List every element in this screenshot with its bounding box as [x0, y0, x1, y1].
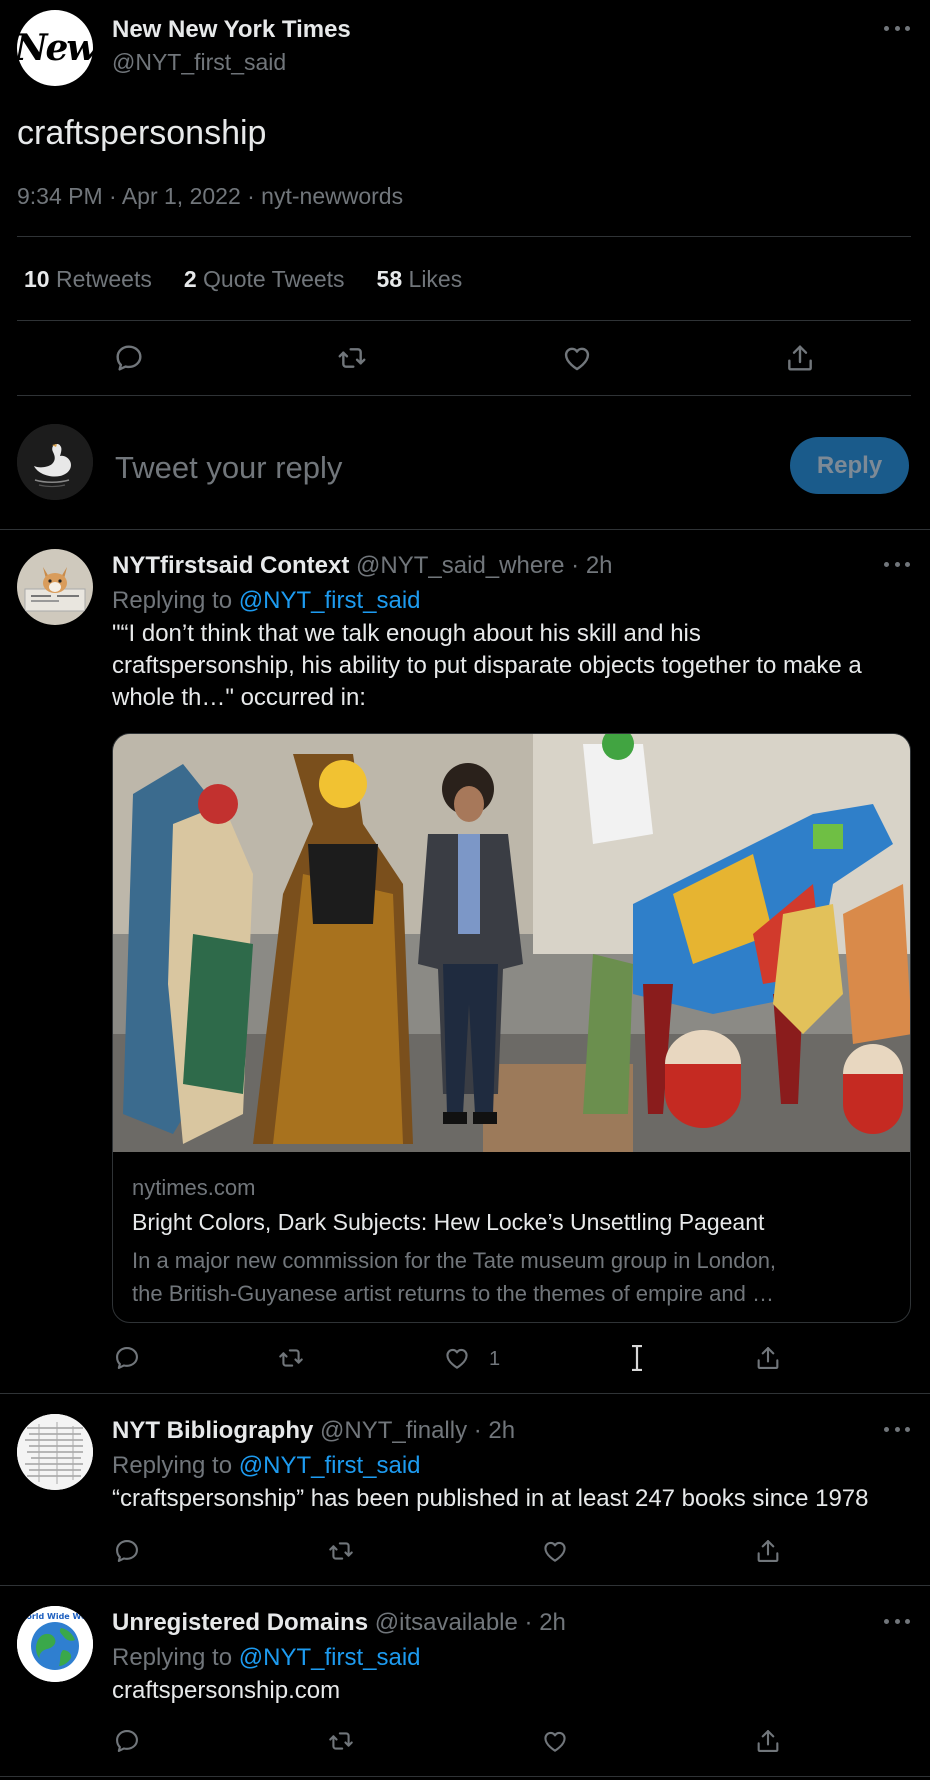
- reply-text-line: "“I don’t think that we talk enough abou…: [112, 620, 701, 647]
- quote-tweets-stat[interactable]: 2 Quote Tweets: [184, 266, 345, 293]
- retweet-icon[interactable]: [327, 1537, 359, 1569]
- divider: [0, 1393, 930, 1394]
- more-icon[interactable]: [884, 562, 910, 570]
- tweet-text: craftspersonship: [17, 114, 267, 152]
- reply-time[interactable]: · 2h: [571, 552, 612, 579]
- reply-avatar[interactable]: [17, 1414, 93, 1490]
- retweet-icon[interactable]: [327, 1727, 359, 1759]
- reply-author-name[interactable]: NYT Bibliography: [112, 1417, 313, 1444]
- reply-avatar[interactable]: [17, 549, 93, 625]
- divider: [0, 529, 930, 530]
- reply-icon[interactable]: [113, 1537, 145, 1569]
- world-wide-web-text: World Wide Web: [18, 1612, 93, 1621]
- replying-to-link[interactable]: @NYT_first_said: [239, 1644, 421, 1671]
- author-avatar[interactable]: New: [14, 10, 98, 86]
- dog-avatar-icon: [17, 549, 93, 625]
- author-handle[interactable]: @NYT_first_said: [112, 49, 286, 76]
- divider: [17, 320, 911, 321]
- more-icon[interactable]: [884, 1619, 910, 1627]
- my-avatar[interactable]: [17, 424, 93, 500]
- like-icon[interactable]: [561, 342, 593, 374]
- reply-header: Unregistered Domains @itsavailable · 2h: [112, 1609, 566, 1637]
- replying-prefix: Replying to: [112, 1644, 233, 1671]
- reply-author-handle[interactable]: @itsavailable: [375, 1609, 518, 1636]
- replying-to: Replying to @NYT_first_said: [112, 587, 421, 615]
- tweet-meta[interactable]: 9:34 PM · Apr 1, 2022 · nyt-newwords: [17, 183, 403, 210]
- reply-button[interactable]: Reply: [790, 437, 909, 494]
- share-icon[interactable]: [754, 1537, 786, 1569]
- divider: [17, 395, 911, 396]
- divider: [17, 236, 911, 237]
- reply-text: "“I don’t think that we talk enough abou…: [112, 618, 912, 714]
- replying-to-link[interactable]: @NYT_first_said: [239, 1452, 421, 1479]
- more-icon[interactable]: [884, 26, 910, 34]
- reply-author-handle[interactable]: @NYT_finally: [320, 1417, 467, 1444]
- like-icon[interactable]: [541, 1537, 573, 1569]
- share-icon[interactable]: [754, 1727, 786, 1759]
- divider: [0, 1776, 930, 1777]
- reply-text: “craftspersonship” has been published in…: [112, 1485, 869, 1512]
- reply-input[interactable]: Tweet your reply: [115, 450, 342, 486]
- reply-text: craftspersonship.com: [112, 1677, 341, 1704]
- reply-icon[interactable]: [113, 1727, 145, 1759]
- avatar-logo-text: New: [14, 27, 98, 69]
- link-card[interactable]: nytimes.com Bright Colors, Dark Subjects…: [112, 733, 911, 1323]
- card-domain: nytimes.com: [132, 1175, 256, 1200]
- replying-to: Replying to @NYT_first_said: [112, 1644, 421, 1672]
- reply-time[interactable]: · 2h: [474, 1417, 515, 1444]
- reply-header: NYT Bibliography @NYT_finally · 2h: [112, 1417, 515, 1445]
- divider: [0, 1585, 930, 1586]
- globe-avatar-icon: World Wide Web: [17, 1606, 93, 1682]
- retweet-icon[interactable]: [277, 1344, 309, 1376]
- author-name[interactable]: New New York Times: [112, 16, 351, 44]
- reply-author-name[interactable]: NYTfirstsaid Context: [112, 552, 349, 579]
- card-description-line: the British-Guyanese artist returns to t…: [132, 1281, 774, 1306]
- reply-icon[interactable]: [113, 342, 145, 374]
- text-cursor-icon: [631, 1345, 643, 1371]
- books-avatar-icon: [17, 1414, 93, 1490]
- card-description-line: In a major new commission for the Tate m…: [132, 1248, 777, 1273]
- reply-author-name[interactable]: Unregistered Domains: [112, 1609, 368, 1636]
- reply-time[interactable]: · 2h: [525, 1609, 566, 1636]
- reply-header: NYTfirstsaid Context @NYT_said_where · 2…: [112, 552, 613, 580]
- replying-to: Replying to @NYT_first_said: [112, 1452, 421, 1480]
- like-icon[interactable]: [443, 1344, 475, 1376]
- share-icon[interactable]: [784, 342, 816, 374]
- more-icon[interactable]: [884, 1427, 910, 1435]
- card-title: Bright Colors, Dark Subjects: Hew Locke’…: [132, 1209, 765, 1235]
- retweets-stat[interactable]: 10 Retweets: [24, 266, 152, 293]
- share-icon[interactable]: [754, 1344, 786, 1376]
- replying-to-link[interactable]: @NYT_first_said: [239, 587, 421, 614]
- reply-text-line: craftspersonship, his ability to put dis…: [112, 652, 862, 679]
- replying-prefix: Replying to: [112, 587, 233, 614]
- replying-prefix: Replying to: [112, 1452, 233, 1479]
- card-description: In a major new commission for the Tate m…: [132, 1244, 902, 1310]
- reply-icon[interactable]: [113, 1344, 145, 1376]
- article-image: [113, 734, 910, 1152]
- tweet-stats: 10 Retweets 2 Quote Tweets 58 Likes: [24, 266, 462, 293]
- like-icon[interactable]: [541, 1727, 573, 1759]
- retweet-icon[interactable]: [336, 342, 368, 374]
- reply-author-handle[interactable]: @NYT_said_where: [356, 552, 564, 579]
- reply-text-line: whole th…" occurred in:: [112, 684, 366, 711]
- swan-icon: [17, 424, 93, 500]
- likes-stat[interactable]: 58 Likes: [377, 266, 463, 293]
- reply-avatar[interactable]: World Wide Web: [17, 1606, 93, 1682]
- like-count: 1: [489, 1348, 501, 1370]
